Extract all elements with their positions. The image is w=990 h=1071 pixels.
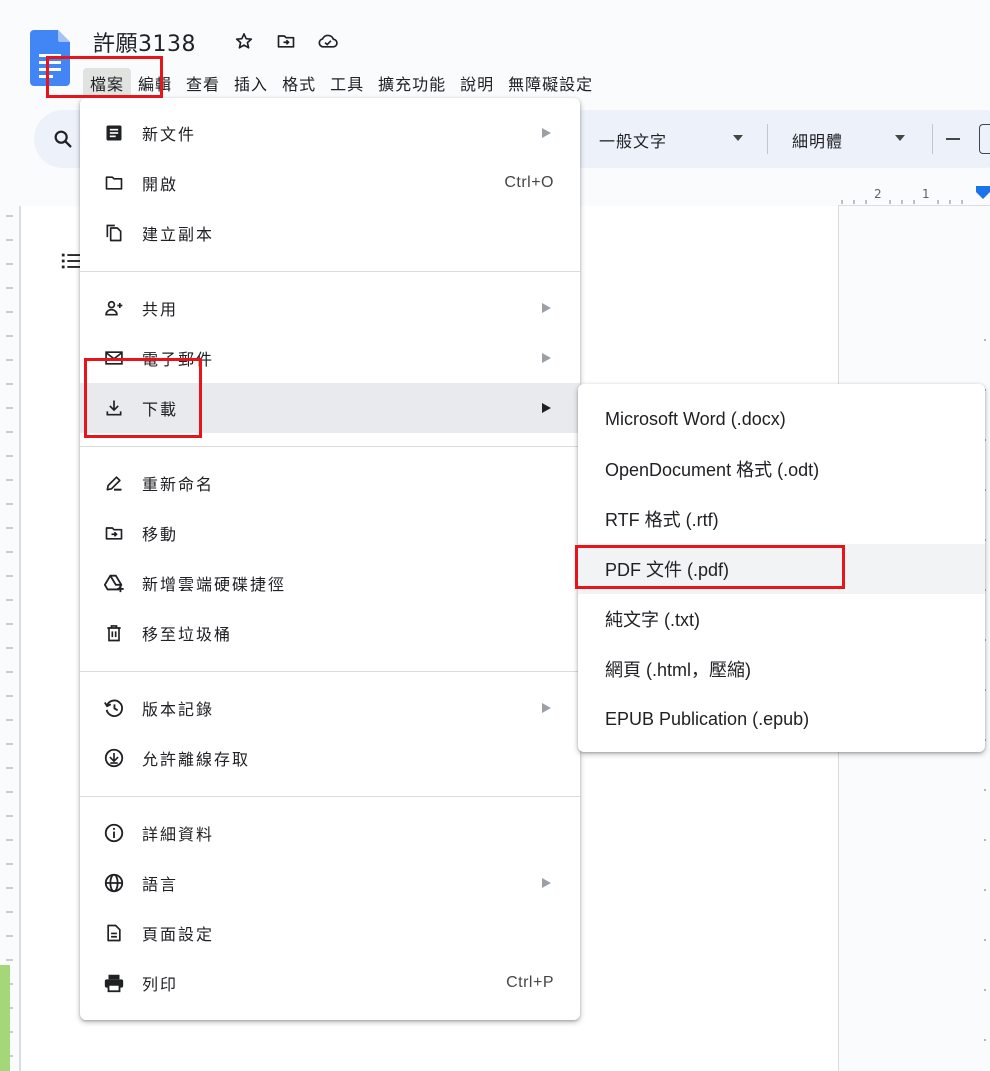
ruler-label: 2 xyxy=(874,187,882,201)
file-menu: 新文件 開啟 Ctrl+O 建立副本 共用 電子郵件 下載 重新命名 移動 新增… xyxy=(80,98,580,1020)
copy-icon xyxy=(102,221,126,245)
globe-icon xyxy=(102,871,126,895)
download-option-odt[interactable]: OpenDocument 格式 (.odt) xyxy=(578,444,985,494)
info-icon xyxy=(102,821,126,845)
menu-item-share[interactable]: 共用 xyxy=(80,283,580,333)
toolbar-divider xyxy=(767,124,768,154)
menu-divider xyxy=(80,446,580,447)
menu-extensions[interactable]: 擴充功能 xyxy=(371,68,453,98)
menu-item-details[interactable]: 詳細資料 xyxy=(80,808,580,858)
download-submenu: Microsoft Word (.docx) OpenDocument 格式 (… xyxy=(578,384,985,752)
menu-tools[interactable]: 工具 xyxy=(323,68,371,98)
menu-item-add-drive-shortcut[interactable]: 新增雲端硬碟捷徑 xyxy=(80,558,580,608)
side-panel-accent xyxy=(0,965,10,1071)
menu-item-language[interactable]: 語言 xyxy=(80,858,580,908)
menu-divider xyxy=(80,671,580,672)
download-option-docx[interactable]: Microsoft Word (.docx) xyxy=(578,394,985,444)
download-icon xyxy=(102,396,126,420)
download-option-html[interactable]: 網頁 (.html，壓縮) xyxy=(578,644,985,694)
menu-file[interactable]: 檔案 xyxy=(83,68,132,98)
menu-item-download[interactable]: 下載 xyxy=(80,383,580,433)
download-option-pdf[interactable]: PDF 文件 (.pdf) xyxy=(578,544,985,594)
submenu-arrow-icon xyxy=(542,128,551,138)
document-icon xyxy=(102,121,126,145)
mail-icon xyxy=(102,346,126,370)
history-icon xyxy=(102,696,126,720)
doc-title[interactable]: 許願3138 xyxy=(93,26,196,58)
horizontal-ruler[interactable]: 2 1 xyxy=(838,186,990,206)
download-option-rtf[interactable]: RTF 格式 (.rtf) xyxy=(578,494,985,544)
print-icon xyxy=(102,971,126,995)
cloud-saved-icon[interactable] xyxy=(317,30,339,52)
menu-item-open[interactable]: 開啟 Ctrl+O xyxy=(80,158,580,208)
title-actions xyxy=(233,30,339,52)
chevron-down-icon[interactable] xyxy=(894,134,906,142)
menu-item-move-to-trash[interactable]: 移至垃圾桶 xyxy=(80,608,580,658)
submenu-arrow-icon xyxy=(542,703,551,713)
menu-item-page-setup[interactable]: 頁面設定 xyxy=(80,908,580,958)
decrease-font-size-icon[interactable] xyxy=(946,138,960,140)
toolbar-divider xyxy=(932,124,933,154)
drive-shortcut-icon xyxy=(102,571,126,595)
menu-edit[interactable]: 編輯 xyxy=(131,68,179,98)
shortcut-label: Ctrl+P xyxy=(506,974,554,991)
search-icon[interactable] xyxy=(52,128,74,150)
outline-icon[interactable] xyxy=(60,250,82,272)
chevron-down-icon[interactable] xyxy=(732,134,744,142)
menu-item-make-copy[interactable]: 建立副本 xyxy=(80,208,580,258)
submenu-arrow-icon xyxy=(542,403,551,413)
rename-icon xyxy=(102,471,126,495)
download-option-txt[interactable]: 純文字 (.txt) xyxy=(578,594,985,644)
menu-divider xyxy=(80,796,580,797)
move-folder-icon xyxy=(102,521,126,545)
menu-insert[interactable]: 插入 xyxy=(227,68,275,98)
paragraph-style-select[interactable]: 一般文字 xyxy=(599,128,667,152)
menu-item-move[interactable]: 移動 xyxy=(80,508,580,558)
menu-item-rename[interactable]: 重新命名 xyxy=(80,458,580,508)
submenu-arrow-icon xyxy=(542,878,551,888)
menu-view[interactable]: 查看 xyxy=(179,68,227,98)
menu-accessibility[interactable]: 無障礙設定 xyxy=(501,68,600,98)
submenu-arrow-icon xyxy=(542,353,551,363)
person-add-icon xyxy=(102,296,126,320)
ruler-label: 1 xyxy=(922,187,930,201)
shortcut-label: Ctrl+O xyxy=(504,174,554,191)
font-family-select[interactable]: 細明體 xyxy=(792,128,843,152)
trash-icon xyxy=(102,621,126,645)
menu-divider xyxy=(80,271,580,272)
menu-bar: 檔案 編輯 查看 插入 格式 工具 擴充功能 說明 無障礙設定 xyxy=(83,68,600,98)
menu-item-version-history[interactable]: 版本記錄 xyxy=(80,683,580,733)
page-setup-icon xyxy=(102,921,126,945)
menu-item-make-available-offline[interactable]: 允許離線存取 xyxy=(80,733,580,783)
menu-item-new-document[interactable]: 新文件 xyxy=(80,108,580,158)
move-folder-icon[interactable] xyxy=(275,30,297,52)
folder-icon xyxy=(102,171,126,195)
offline-icon xyxy=(102,746,126,770)
menu-item-email[interactable]: 電子郵件 xyxy=(80,333,580,383)
submenu-arrow-icon xyxy=(542,303,551,313)
menu-item-print[interactable]: 列印 Ctrl+P xyxy=(80,958,580,1008)
docs-logo-icon[interactable] xyxy=(30,30,70,86)
download-option-epub[interactable]: EPUB Publication (.epub) xyxy=(578,694,985,744)
menu-help[interactable]: 說明 xyxy=(453,68,501,98)
font-size-field[interactable] xyxy=(979,124,990,154)
vertical-ruler[interactable] xyxy=(0,206,20,1071)
star-icon[interactable] xyxy=(233,30,255,52)
menu-format[interactable]: 格式 xyxy=(275,68,323,98)
